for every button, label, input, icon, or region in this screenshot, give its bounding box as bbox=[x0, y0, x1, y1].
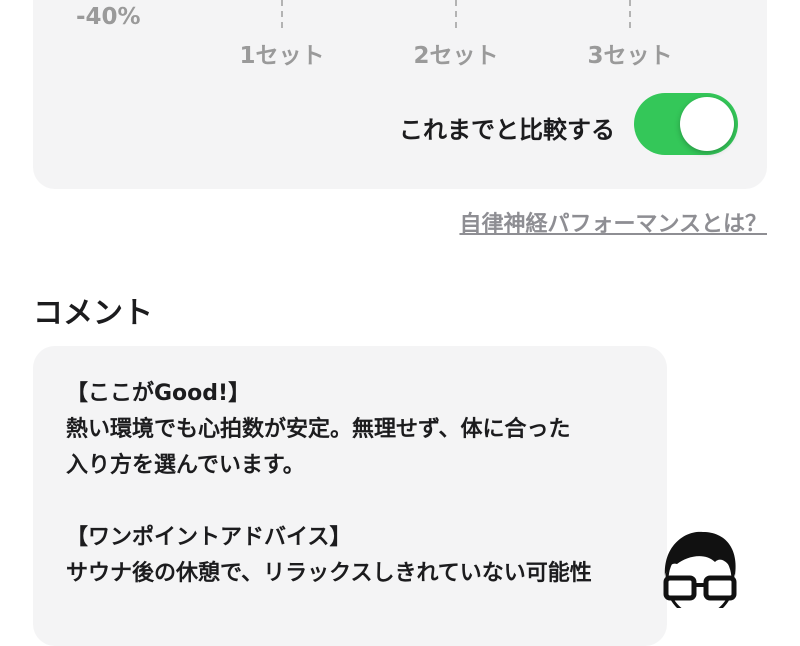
autonomic-performance-info-link[interactable]: 自律神経パフォーマンスとは？ bbox=[459, 206, 767, 238]
comment-line: 熱い環境でも心拍数が安定。無理せず、体に合った bbox=[66, 417, 571, 442]
comment-card: 【ここがGood!】 熱い環境でも心拍数が安定。無理せず、体に合った 入り方を選… bbox=[33, 346, 667, 646]
comment-text: 【ここがGood!】 熱い環境でも心拍数が安定。無理せず、体に合った 入り方を選… bbox=[66, 376, 646, 592]
comment-section-title: コメント bbox=[33, 296, 153, 331]
x-gridline-1 bbox=[281, 0, 283, 28]
comment-heading-advice: 【ワンポイントアドバイス】 bbox=[66, 525, 352, 550]
x-tick-label: 3セット bbox=[587, 43, 673, 69]
advisor-avatar-icon bbox=[663, 531, 737, 608]
x-gridline-2 bbox=[455, 0, 457, 28]
comment-heading-good: 【ここがGood!】 bbox=[66, 381, 251, 406]
chart-card: -40% 1セット 2セット 3セット これまでと比較する bbox=[33, 0, 767, 189]
x-tick-label: 1セット bbox=[239, 43, 325, 69]
compare-toggle-label: これまでと比較する bbox=[399, 116, 615, 144]
x-tick-label: 2セット bbox=[413, 43, 499, 69]
comment-line: 入り方を選んでいます。 bbox=[66, 453, 305, 478]
comment-line: サウナ後の休憩で、リラックスしきれていない可能性 bbox=[66, 561, 592, 586]
compare-toggle[interactable] bbox=[634, 93, 738, 155]
x-gridline-3 bbox=[629, 0, 631, 28]
toggle-knob bbox=[680, 97, 734, 151]
y-tick-label: -40% bbox=[76, 4, 141, 30]
